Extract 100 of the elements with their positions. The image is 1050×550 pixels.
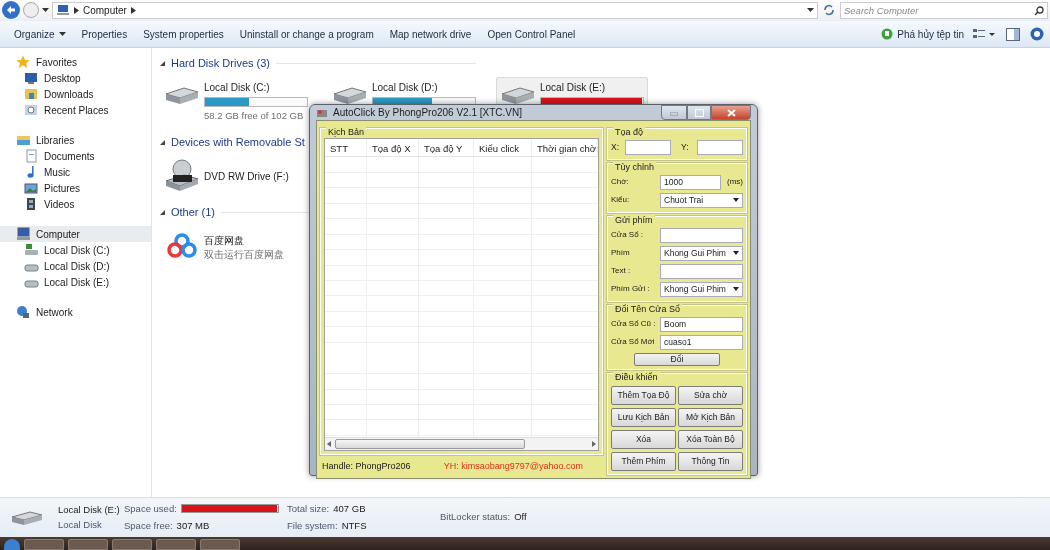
sidebar-item[interactable]: Downloads — [0, 86, 151, 102]
control-button[interactable]: Sửa chờ — [678, 386, 743, 405]
drive-tile[interactable]: DVD RW Drive (F:) — [160, 156, 293, 197]
x-coordinate-field[interactable] — [625, 139, 671, 155]
field-label: Text : — [611, 265, 632, 277]
network-icon — [16, 305, 31, 319]
dropdown-caret-icon[interactable] — [807, 7, 814, 13]
column-header[interactable]: Tọa độ Y — [419, 139, 474, 157]
help-icon[interactable] — [1030, 27, 1044, 41]
control-button[interactable]: Thêm Tọa Độ — [611, 386, 676, 405]
section-heading[interactable]: Devices with Removable St — [171, 134, 305, 151]
input-field[interactable]: cuaso1 — [660, 334, 743, 350]
toolbar-button[interactable]: Map network drive — [381, 24, 480, 44]
computer-icon — [16, 227, 31, 241]
column-header[interactable]: STT — [325, 139, 367, 157]
group-title: Tùy chỉnh — [613, 162, 657, 172]
scroll-thumb[interactable] — [335, 438, 525, 449]
collapse-triangle-icon[interactable] — [160, 139, 165, 145]
breadcrumb-item[interactable]: Computer — [83, 2, 127, 18]
control-button[interactable]: Xóa — [611, 430, 676, 449]
computer-icon — [56, 4, 70, 16]
sidebar-item[interactable]: Music — [0, 164, 151, 180]
drive-type: Local Disk — [58, 517, 103, 532]
group-title: Kịch Bản — [326, 127, 367, 137]
toolbar-button[interactable]: Properties — [73, 24, 136, 44]
start-orb-icon[interactable] — [4, 539, 20, 550]
maximize-button[interactable] — [687, 105, 711, 120]
preview-pane-icon[interactable] — [1006, 27, 1020, 41]
control-button[interactable]: Lưu Kịch Bản — [611, 408, 676, 427]
sidebar-item[interactable]: Computer — [0, 226, 151, 242]
drive-name: Local Disk (E:) — [540, 81, 606, 95]
dropdown[interactable]: Khong Gui Phim — [660, 245, 743, 261]
toolbar-button[interactable]: Open Control Panel — [479, 24, 584, 44]
control-button[interactable]: Thêm Phím — [611, 452, 676, 471]
field-label: Phím — [611, 247, 631, 259]
refresh-icon[interactable] — [821, 3, 837, 17]
column-header[interactable]: Thời gian chờ — [532, 139, 598, 157]
maximize-icon — [694, 108, 704, 117]
group-title: Đổi Tên Cửa Sổ — [613, 304, 682, 314]
back-button[interactable] — [2, 1, 20, 19]
group-title: Điều khiển — [613, 372, 660, 382]
horizontal-scrollbar[interactable] — [325, 436, 598, 450]
view-options-icon[interactable] — [972, 27, 996, 41]
sidebar-item[interactable]: Network — [0, 304, 151, 320]
detail-value: 307 MB — [176, 519, 210, 533]
sidebar-item[interactable]: Libraries — [0, 132, 151, 148]
input-field[interactable]: Boom — [660, 316, 743, 332]
unit-label: (ms) — [726, 176, 743, 188]
toolbar-button[interactable]: Uninstall or change a program — [231, 24, 382, 44]
collapse-triangle-icon[interactable] — [160, 60, 165, 66]
document-icon — [24, 149, 39, 163]
sidebar-item[interactable]: Favorites — [0, 54, 151, 70]
search-icon[interactable] — [1034, 5, 1044, 16]
address-field[interactable]: Computer — [52, 1, 818, 19]
drive-tile[interactable]: Local Disk (C:) 58.2 GB free of 102 GB — [160, 77, 312, 127]
detail-value: NTFS — [341, 519, 367, 533]
sidebar-item[interactable]: Local Disk (C:) — [0, 242, 151, 258]
scroll-left-icon[interactable] — [327, 440, 332, 447]
sidebar-item[interactable]: Local Disk (E:) — [0, 274, 151, 290]
section-heading[interactable]: Other (1) — [171, 204, 215, 221]
app-tile[interactable]: 百度网盘 双击运行百度网盘 — [160, 226, 288, 269]
rename-button[interactable]: Đổi — [634, 352, 720, 366]
dropdown[interactable]: Chuot Trai — [660, 192, 743, 208]
field-label: Cửa Sổ Cũ : — [611, 318, 657, 330]
scroll-right-icon[interactable] — [591, 440, 596, 447]
section-heading[interactable]: Hard Disk Drives (3) — [171, 54, 270, 72]
minimize-button[interactable] — [661, 105, 687, 120]
back-arrow-icon — [6, 5, 16, 15]
chevron-icon[interactable] — [74, 6, 79, 14]
sidebar-item[interactable]: Local Disk (D:) — [0, 258, 151, 274]
dropdown-caret-icon[interactable] — [42, 7, 49, 13]
sidebar-item[interactable]: Videos — [0, 196, 151, 212]
toolbar-button[interactable]: Organize — [6, 24, 74, 44]
picture-icon — [24, 181, 39, 195]
free-space-text: 58.2 GB free of 102 GB — [204, 109, 304, 123]
input-field[interactable] — [660, 227, 743, 243]
dropdown[interactable]: Khong Gui Phim — [660, 281, 743, 297]
contact-text: YH: kimsaobang9797@yahoo.com — [443, 459, 583, 473]
chevron-icon[interactable] — [130, 6, 136, 14]
close-button[interactable] — [711, 105, 751, 120]
column-header[interactable]: Kiểu click — [474, 139, 532, 157]
sidebar-item[interactable]: Documents — [0, 148, 151, 164]
column-header[interactable]: Tọa độ X — [367, 139, 419, 157]
control-button[interactable]: Mở Kịch Bản — [678, 408, 743, 427]
detail-label: Total size: — [287, 501, 330, 516]
drive-name: Local Disk (D:) — [372, 81, 439, 95]
sidebar-item[interactable]: Pictures — [0, 180, 151, 196]
sidebar-item[interactable]: Recent Places — [0, 102, 151, 118]
collapse-triangle-icon[interactable] — [160, 209, 165, 215]
app-name: 百度网盘 — [204, 233, 245, 248]
input-field[interactable] — [660, 263, 743, 279]
toolbar-button[interactable]: System properties — [135, 24, 232, 44]
search-field[interactable]: Search Computer — [840, 1, 1048, 19]
field-label: X: — [611, 140, 621, 154]
toolbar-button[interactable]: Phá hủy tệp tin — [873, 24, 972, 44]
input-field[interactable]: 1000 — [660, 174, 721, 190]
sidebar-item[interactable]: Desktop — [0, 70, 151, 86]
control-button[interactable]: Thông Tin — [678, 452, 743, 471]
y-coordinate-field[interactable] — [697, 139, 743, 155]
control-button[interactable]: Xóa Toàn Bộ — [678, 430, 743, 449]
